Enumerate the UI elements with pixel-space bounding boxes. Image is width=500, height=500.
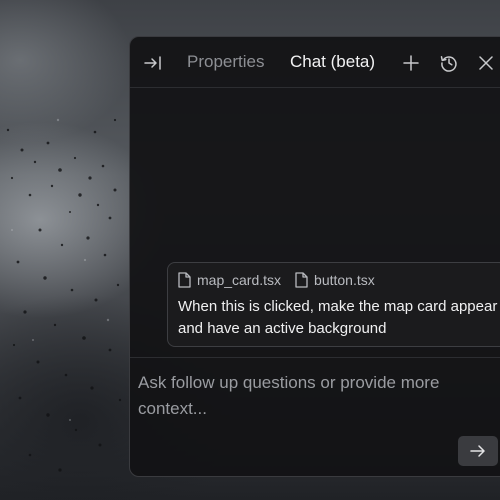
file-name: map_card.tsx (197, 272, 282, 288)
send-button[interactable] (458, 436, 498, 466)
chat-panel: Properties Chat (beta) map_card.tsx butt… (129, 36, 500, 477)
user-message-card: map_card.tsx button.tsx When this is cli… (167, 262, 500, 347)
chat-input[interactable] (138, 370, 493, 432)
arrow-right-icon (470, 445, 485, 457)
panel-tab-bar: Properties Chat (beta) (130, 37, 500, 88)
file-chip-button[interactable]: button.tsx (295, 271, 375, 289)
history-button[interactable] (438, 52, 460, 74)
plus-icon (403, 55, 419, 71)
attached-files: map_card.tsx button.tsx (178, 271, 375, 289)
file-icon (295, 272, 308, 288)
chat-composer (130, 357, 500, 476)
file-icon (178, 272, 191, 288)
tab-chat[interactable]: Chat (beta) (290, 51, 375, 73)
history-icon (440, 56, 457, 72)
tab-properties[interactable]: Properties (187, 51, 264, 73)
file-chip-map-card[interactable]: map_card.tsx (178, 271, 281, 289)
close-icon (479, 56, 493, 70)
message-text: When this is clicked, make the map card … (178, 298, 498, 337)
desktop-background: Properties Chat (beta) map_card.tsx butt… (0, 0, 500, 500)
collapse-panel-button[interactable] (142, 52, 164, 74)
file-name: button.tsx (314, 272, 375, 288)
new-chat-button[interactable] (400, 52, 422, 74)
collapse-panel-icon (144, 56, 161, 70)
close-panel-button[interactable] (475, 52, 497, 74)
